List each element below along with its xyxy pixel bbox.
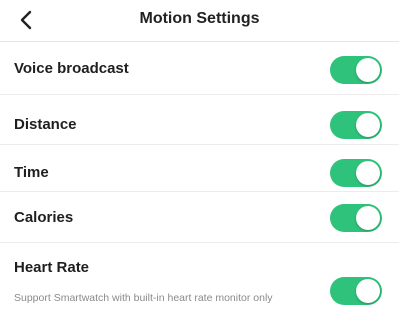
setting-row-distance: Distance bbox=[0, 95, 399, 145]
header-bar: Motion Settings bbox=[0, 0, 399, 42]
heart-rate-toggle[interactable] bbox=[330, 277, 382, 305]
toggle-knob bbox=[356, 58, 380, 82]
setting-description: Support Smartwatch with built-in heart r… bbox=[14, 292, 273, 304]
toggle-knob bbox=[356, 113, 380, 137]
setting-row-voice-broadcast: Voice broadcast bbox=[0, 42, 399, 95]
toggle-knob bbox=[356, 279, 380, 303]
setting-row-calories: Calories bbox=[0, 192, 399, 243]
voice-broadcast-toggle[interactable] bbox=[330, 56, 382, 84]
toggle-knob bbox=[356, 206, 380, 230]
setting-label: Time bbox=[14, 164, 49, 181]
setting-label: Distance bbox=[14, 116, 77, 133]
time-toggle[interactable] bbox=[330, 159, 382, 187]
setting-label: Calories bbox=[14, 209, 74, 226]
distance-toggle[interactable] bbox=[330, 111, 382, 139]
setting-label: Heart Rate bbox=[14, 259, 90, 276]
calories-toggle[interactable] bbox=[330, 204, 382, 232]
setting-row-time: Time bbox=[0, 145, 399, 192]
toggle-knob bbox=[356, 161, 380, 185]
setting-row-heart-rate: Heart Rate Support Smartwatch with built… bbox=[0, 243, 399, 328]
page-title: Motion Settings bbox=[139, 10, 260, 27]
setting-label: Voice broadcast bbox=[14, 60, 129, 77]
